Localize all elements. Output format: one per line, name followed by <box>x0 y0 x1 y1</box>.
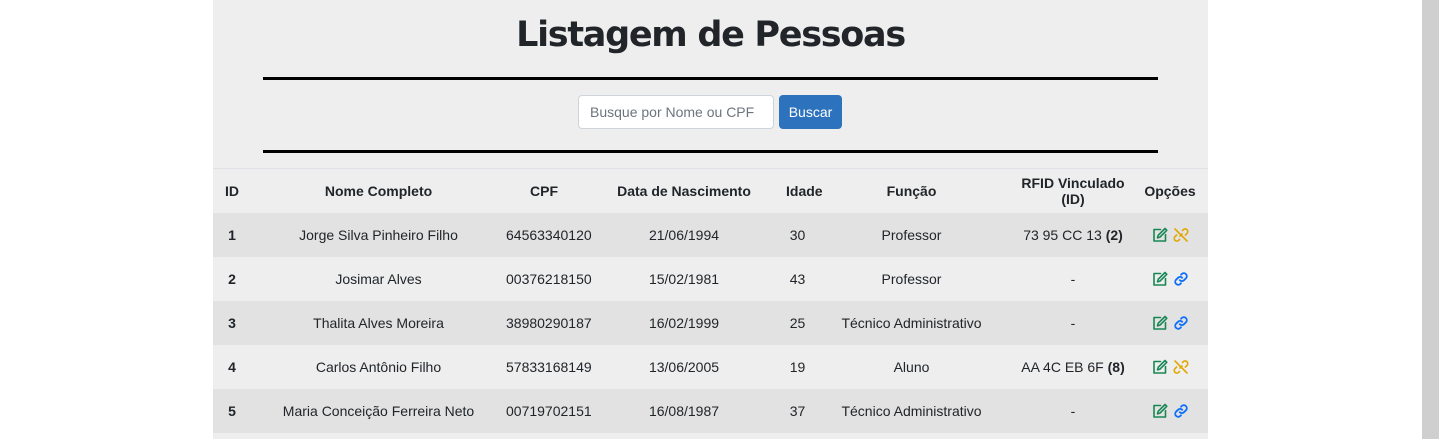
cell-role: Professor <box>881 226 942 243</box>
link-icon[interactable] <box>1173 271 1189 287</box>
cell-options <box>1132 301 1208 345</box>
divider-top <box>263 77 1158 80</box>
cell-age: 25 <box>789 314 806 331</box>
link-icon[interactable] <box>1173 315 1189 331</box>
cell-options <box>1132 389 1208 433</box>
column-header-cpf: CPF <box>530 182 558 199</box>
table-row: 3 Thalita Alves Moreira 38980290187 16/02/1… <box>213 300 1208 345</box>
cell-birth-date: 13/06/2005 <box>648 358 720 375</box>
cell-options <box>1132 345 1208 389</box>
rfid-id: (2) <box>1105 226 1123 243</box>
cell-name: Jorge Silva Pinheiro Filho <box>299 226 458 243</box>
rfid-tag: - <box>1070 314 1076 331</box>
divider-bottom <box>263 150 1158 153</box>
cell-age: 30 <box>789 226 806 243</box>
cell-id: 5 <box>228 402 236 419</box>
cell-rfid: AA 4C EB 6F (8) <box>1014 345 1132 389</box>
rfid-tag: - <box>1070 270 1076 287</box>
column-header-rfid: RFID Vinculado (ID) <box>1021 174 1125 207</box>
unlink-icon[interactable] <box>1172 227 1189 243</box>
column-header-name: Nome Completo <box>324 182 433 199</box>
people-list-panel: Listagem de Pessoas Buscar ID Nome Compl… <box>213 0 1208 439</box>
cell-rfid: - <box>1014 389 1132 433</box>
cell-cpf: 00719702151 <box>506 402 592 419</box>
cell-cpf: 38980290187 <box>506 314 592 331</box>
edit-icon[interactable] <box>1152 359 1168 375</box>
link-icon[interactable] <box>1173 403 1189 419</box>
cell-age: 37 <box>789 402 806 419</box>
cell-rfid: - <box>1014 257 1132 301</box>
cell-cpf: 64563340120 <box>506 226 592 243</box>
table-row: 1 Jorge Silva Pinheiro Filho 64563340120 21… <box>213 212 1208 257</box>
people-table: ID Nome Completo CPF Data de Nascimento … <box>213 168 1208 433</box>
table-row: 2 Josimar Alves 00376218150 15/02/1981 43 Pro… <box>213 256 1208 301</box>
edit-icon[interactable] <box>1152 403 1168 419</box>
rfid-id: (8) <box>1107 358 1125 375</box>
cell-age: 43 <box>789 270 806 287</box>
cell-role: Técnico Administrativo <box>841 314 982 331</box>
cell-id: 4 <box>228 358 236 375</box>
cell-rfid: - <box>1014 301 1132 345</box>
table-row: 4 Carlos Antônio Filho 57833168149 13/06/20… <box>213 344 1208 389</box>
cell-role: Técnico Administrativo <box>841 402 982 419</box>
cell-name: Carlos Antônio Filho <box>315 358 442 375</box>
cell-cpf: 00376218150 <box>506 270 592 287</box>
cell-options <box>1132 213 1208 257</box>
cell-birth-date: 16/02/1999 <box>648 314 720 331</box>
page-title: Listagem de Pessoas <box>516 15 906 55</box>
cell-birth-date: 15/02/1981 <box>648 270 720 287</box>
unlink-icon[interactable] <box>1172 359 1189 375</box>
cell-name: Thalita Alves Moreira <box>313 314 444 331</box>
column-header-id: ID <box>225 182 239 199</box>
cell-id: 2 <box>228 270 236 287</box>
edit-icon[interactable] <box>1152 271 1168 287</box>
column-header-options: Opções <box>1144 182 1196 199</box>
cell-options <box>1132 257 1208 301</box>
cell-birth-date: 16/08/1987 <box>648 402 720 419</box>
rfid-tag: AA 4C EB 6F <box>1021 358 1104 375</box>
cell-id: 3 <box>228 314 236 331</box>
cell-age: 19 <box>789 358 806 375</box>
rfid-tag: 73 95 CC 13 <box>1023 226 1102 243</box>
page-scrollbar[interactable] <box>1422 0 1439 439</box>
table-row: 5 Maria Conceição Ferreira Neto 0071970215… <box>213 388 1208 433</box>
cell-name: Josimar Alves <box>335 270 422 287</box>
table-header-row: ID Nome Completo CPF Data de Nascimento … <box>213 168 1208 213</box>
cell-role: Professor <box>881 270 942 287</box>
edit-icon[interactable] <box>1152 315 1168 331</box>
column-header-role: Função <box>886 182 937 199</box>
cell-birth-date: 21/06/1994 <box>648 226 720 243</box>
cell-name: Maria Conceição Ferreira Neto <box>282 402 475 419</box>
search-button[interactable]: Buscar <box>779 95 842 129</box>
column-header-birth-date: Data de Nascimento <box>617 182 751 199</box>
cell-id: 1 <box>228 226 236 243</box>
cell-rfid: 73 95 CC 13 (2) <box>1014 213 1132 257</box>
rfid-tag: - <box>1070 402 1076 419</box>
edit-icon[interactable] <box>1152 227 1168 243</box>
cell-cpf: 57833168149 <box>506 358 592 375</box>
search-input[interactable] <box>578 95 774 129</box>
cell-role: Aluno <box>893 358 930 375</box>
column-header-age: Idade <box>786 182 823 199</box>
